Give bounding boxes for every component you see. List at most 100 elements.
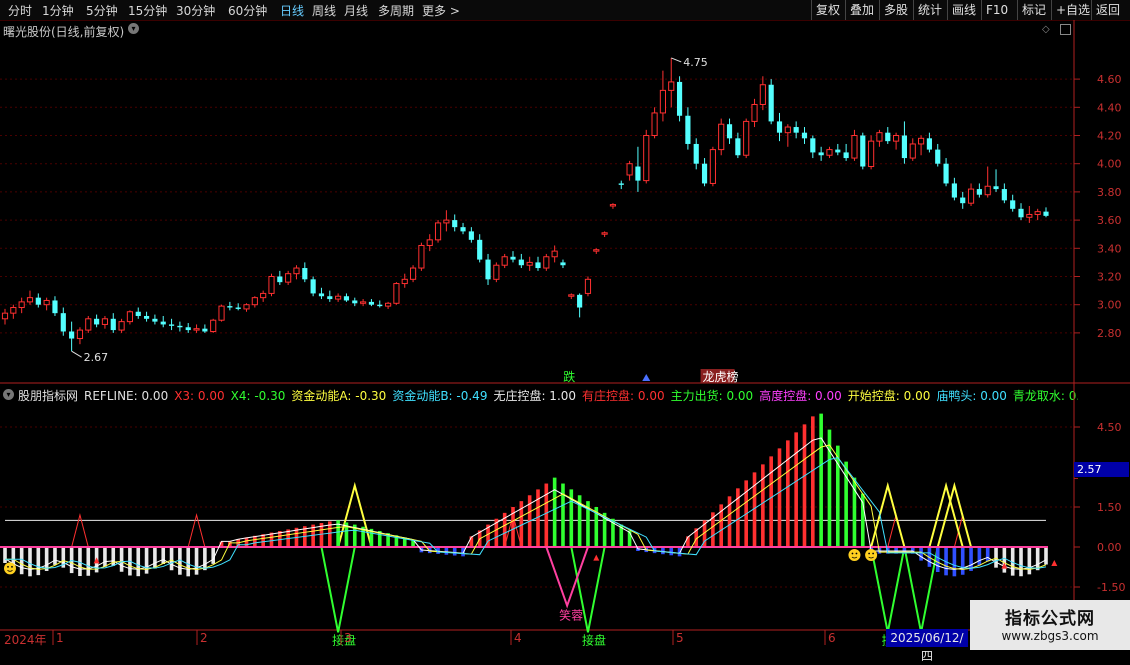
candle-body [76, 329, 84, 340]
candle [143, 311, 150, 322]
sub-tick-label: 4.50 [1097, 421, 1122, 434]
candle [560, 259, 566, 269]
smiley-eye [855, 552, 858, 555]
candle [709, 146, 716, 187]
candle-body [218, 305, 225, 321]
candle-body [168, 324, 175, 326]
candle [452, 214, 458, 232]
candle [485, 253, 491, 285]
candle [951, 177, 957, 201]
candle-body [526, 261, 533, 266]
candle [818, 146, 824, 161]
candle-body [876, 132, 883, 142]
candle [776, 112, 783, 142]
candle-body [460, 227, 466, 232]
candle [893, 132, 900, 150]
candle [160, 315, 166, 328]
candle-body [993, 186, 999, 190]
candle [601, 231, 608, 238]
candle-body [352, 300, 358, 304]
candle [18, 297, 25, 314]
candle-body [685, 115, 691, 144]
up-arrow-icon [642, 374, 651, 381]
month-label: 1 [56, 631, 64, 645]
candle [101, 315, 109, 329]
candle [593, 248, 600, 254]
candle-body [52, 300, 58, 314]
candle-body [235, 307, 241, 309]
month-label: 4 [514, 631, 522, 645]
price-tick-label: 3.40 [1097, 242, 1122, 255]
candle-body [510, 256, 516, 260]
smiley-eye [868, 552, 871, 555]
candle [135, 307, 141, 319]
candle-body [285, 273, 292, 283]
longhu-marker: 龙虎榜 [703, 369, 739, 384]
candle [651, 107, 658, 139]
candle [885, 127, 891, 144]
price-tick-label: 4.60 [1097, 73, 1122, 86]
candle [335, 293, 342, 302]
candle-body [227, 306, 233, 308]
candle-body [243, 304, 250, 310]
candle [960, 191, 966, 209]
candle-body [860, 135, 866, 167]
candle [26, 290, 34, 305]
candle-body [443, 219, 450, 224]
candle [626, 160, 633, 181]
candle-body [701, 163, 708, 184]
candle-body [268, 276, 275, 294]
watermark-title: 指标公式网 [1005, 609, 1095, 629]
candle-body [726, 124, 733, 139]
candle-body [177, 325, 183, 328]
candle [152, 314, 158, 325]
candle-body [335, 295, 342, 300]
candle [418, 242, 425, 271]
candle [635, 146, 641, 192]
red-arrow-icon [593, 554, 600, 561]
candle-body [277, 276, 283, 283]
candle-body [976, 189, 982, 195]
candle [43, 297, 50, 311]
date-cursor: 2025/06/12/四 [886, 629, 968, 663]
candle-body [568, 294, 575, 297]
candle [202, 324, 208, 333]
candle [434, 220, 442, 243]
candle-body [409, 267, 417, 280]
candle [718, 118, 725, 156]
candle-body [43, 299, 50, 306]
candle-body [818, 152, 824, 156]
candle-body [260, 292, 267, 299]
candle-body [135, 311, 141, 316]
month-label: 5 [676, 631, 684, 645]
candle-body [577, 294, 583, 308]
price-tick-label: 3.60 [1097, 214, 1122, 227]
candle [643, 129, 650, 184]
candle [52, 296, 58, 316]
candle-body [418, 244, 425, 269]
candle [118, 318, 125, 333]
candle-body [751, 103, 758, 122]
candle [285, 270, 292, 285]
candle-body [601, 232, 608, 235]
smiley-face [848, 549, 861, 561]
candle-body [593, 249, 600, 252]
candle [851, 129, 858, 161]
candle [393, 282, 400, 305]
price-tick-label: 3.00 [1097, 299, 1122, 312]
candle-body [951, 183, 957, 198]
candle [860, 132, 866, 170]
candle [227, 301, 233, 311]
candle-body [926, 138, 932, 150]
candle [460, 222, 466, 235]
candle-body [185, 327, 191, 331]
candle [735, 132, 741, 159]
chart-canvas[interactable]: 4.60 4.40 4.20 4.00 3.80 3.60 3.40 3.20 3.00 2.80… [0, 0, 1130, 650]
month-label: 3 [344, 631, 352, 645]
candle [801, 127, 808, 144]
candle [251, 296, 258, 308]
candle [876, 129, 883, 147]
candle-body [693, 143, 699, 164]
candle [759, 76, 766, 111]
candle [659, 70, 666, 122]
